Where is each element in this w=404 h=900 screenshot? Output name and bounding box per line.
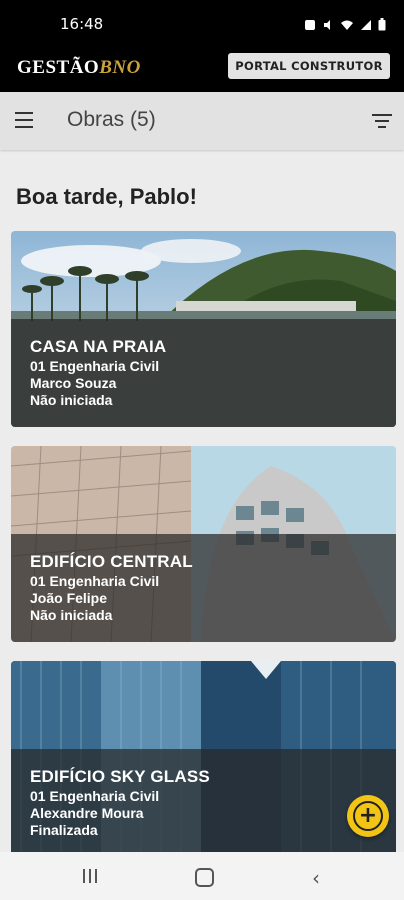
portal-construtor-button[interactable]: PORTAL CONSTRUTOR xyxy=(228,53,390,79)
obra-responsible: Marco Souza xyxy=(30,375,117,391)
filter-icon[interactable] xyxy=(372,114,392,128)
mute-icon xyxy=(322,16,334,35)
recent-apps-icon[interactable] xyxy=(83,869,97,883)
back-icon[interactable]: ‹ xyxy=(312,866,320,890)
obra-company: 01 Engenharia Civil xyxy=(30,573,160,589)
menu-icon[interactable] xyxy=(15,112,33,128)
system-nav-bar: ‹ xyxy=(0,852,404,900)
card-text: EDIFÍCIO CENTRAL 01 Engenharia Civil Joã… xyxy=(30,552,193,624)
obra-card[interactable]: EDIFÍCIO SKY GLASS 01 Engenharia Civil A… xyxy=(11,661,396,857)
app-logo: GESTÃOBNO xyxy=(17,57,141,78)
status-time: 16:48 xyxy=(60,15,104,33)
obra-card[interactable]: CASA NA PRAIA 01 Engenharia Civil Marco … xyxy=(11,231,396,427)
app-header: GESTÃOBNO PORTAL CONSTRUTOR xyxy=(0,48,404,92)
home-icon[interactable] xyxy=(195,868,214,887)
card-text: EDIFÍCIO SKY GLASS 01 Engenharia Civil A… xyxy=(30,767,210,839)
status-bar: 16:48 xyxy=(0,0,404,48)
obra-name: EDIFÍCIO SKY GLASS xyxy=(30,767,210,786)
card-text: CASA NA PRAIA 01 Engenharia Civil Marco … xyxy=(30,337,166,409)
obra-name: EDIFÍCIO CENTRAL xyxy=(30,552,193,571)
page-title: Obras (5) xyxy=(67,108,156,131)
add-icon: + xyxy=(353,801,383,831)
obra-status: Finalizada xyxy=(30,822,98,838)
obra-responsible: João Felipe xyxy=(30,590,108,606)
obra-company: 01 Engenharia Civil xyxy=(30,788,160,804)
obra-responsible: Alexandre Moura xyxy=(30,805,144,821)
obra-name: CASA NA PRAIA xyxy=(30,337,167,356)
obra-company: 01 Engenharia Civil xyxy=(30,358,160,374)
wifi-icon xyxy=(340,16,354,35)
obra-status: Não iniciada xyxy=(30,392,113,408)
signal-icon xyxy=(360,16,372,35)
add-obra-button[interactable]: + xyxy=(347,795,389,837)
status-icons xyxy=(304,16,386,35)
obra-card[interactable]: EDIFÍCIO CENTRAL 01 Engenharia Civil Joã… xyxy=(11,446,396,642)
obra-status: Não iniciada xyxy=(30,607,113,623)
toolbar: Obras (5) xyxy=(0,92,404,150)
battery-icon xyxy=(378,16,386,35)
greeting-text: Boa tarde, Pablo! xyxy=(16,184,197,209)
notification-icon xyxy=(304,16,316,35)
